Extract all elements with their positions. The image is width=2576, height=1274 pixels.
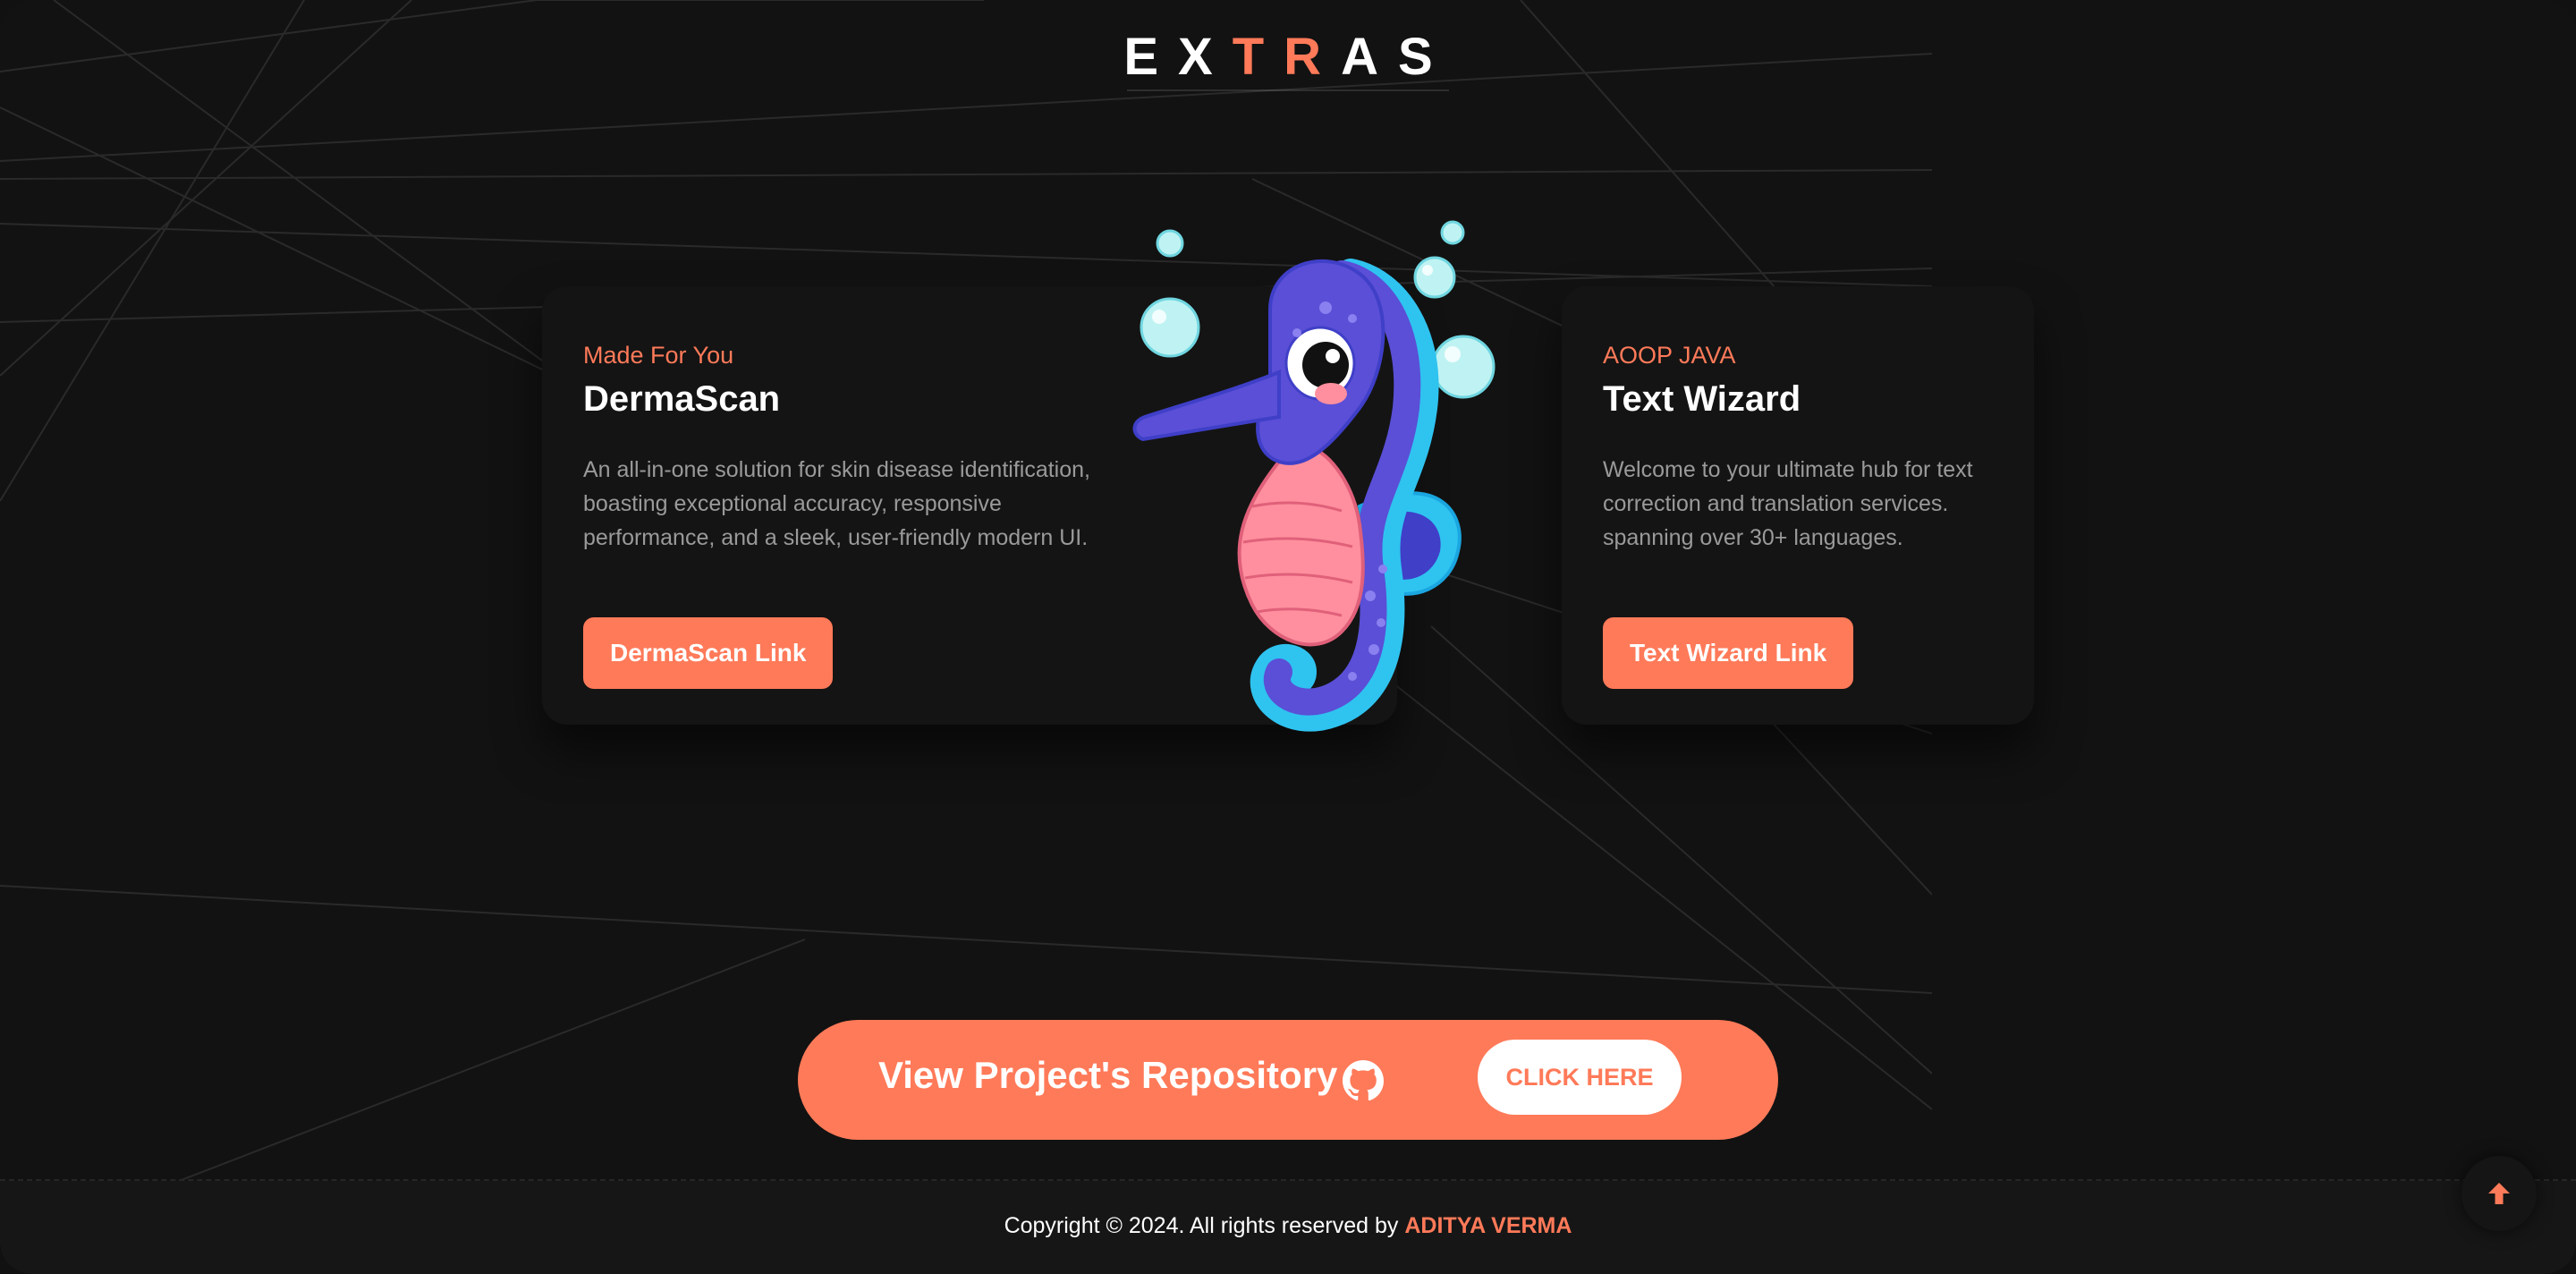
footer-copyright: Copyright © 2024. All rights reserved by… — [0, 1213, 2576, 1239]
repository-banner[interactable]: View Project's Repository CLICK HERE — [798, 1020, 1778, 1140]
title-letter: X — [1178, 28, 1233, 86]
scroll-to-top-button[interactable] — [2462, 1156, 2537, 1231]
click-here-button[interactable]: CLICK HERE — [1478, 1040, 1682, 1115]
footer: Copyright © 2024. All rights reserved by… — [0, 1181, 2576, 1274]
card-kicker: Made For You — [583, 342, 734, 369]
text-wizard-link-button[interactable]: Text Wizard Link — [1603, 617, 1854, 689]
section-title: EXTRAS — [0, 27, 2576, 87]
arrow-up-icon — [2488, 1183, 2510, 1204]
project-card-text-wizard: AOOP JAVA Text Wizard Welcome to your ul… — [1562, 286, 2034, 725]
seahorse-illustration — [1132, 220, 1496, 732]
title-letter: E — [1123, 28, 1179, 86]
card-description: Welcome to your ultimate hub for text co… — [1603, 457, 1973, 550]
title-letter: A — [1341, 28, 1398, 86]
copyright-text: Copyright © 2024. All rights reserved by — [1004, 1213, 1399, 1238]
title-letter: S — [1397, 28, 1453, 86]
card-title: DermaScan — [583, 379, 781, 419]
title-letter: T — [1232, 28, 1284, 86]
footer-divider — [0, 1179, 2576, 1181]
title-underline — [1127, 89, 1449, 91]
author-name: ADITYA VERMA — [1404, 1213, 1572, 1238]
card-description: An all-in-one solution for skin disease … — [583, 457, 1090, 550]
dermascan-link-button[interactable]: DermaScan Link — [583, 617, 834, 689]
repository-label: View Project's Repository — [878, 1054, 1338, 1096]
page-frame: EXTRAS Made For You DermaScan An all-in-… — [0, 0, 2576, 1274]
card-title: Text Wizard — [1603, 379, 1801, 419]
title-letter: R — [1284, 28, 1342, 86]
card-kicker: AOOP JAVA — [1603, 342, 1736, 369]
github-icon — [1343, 1060, 1385, 1101]
